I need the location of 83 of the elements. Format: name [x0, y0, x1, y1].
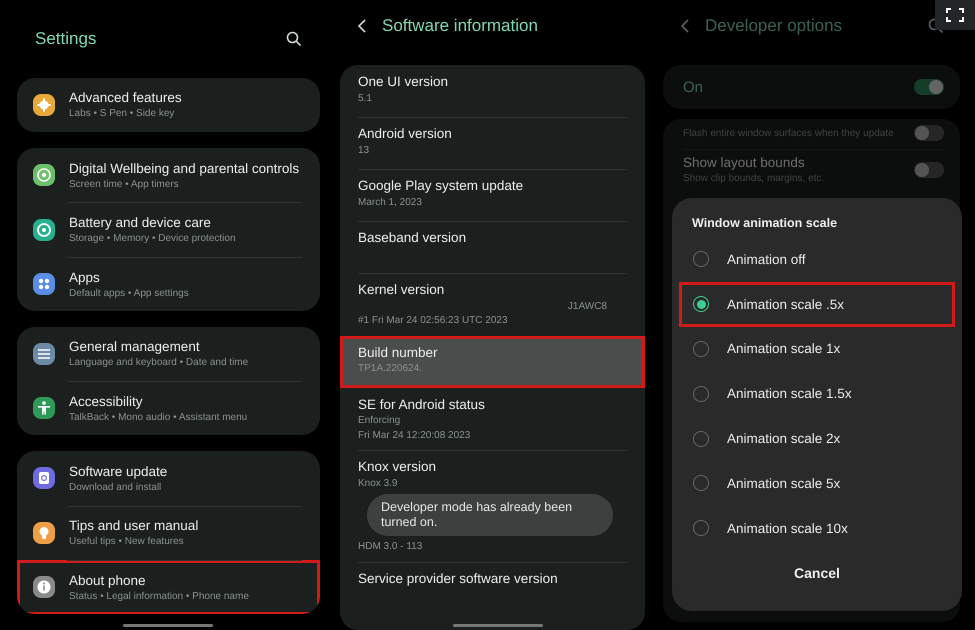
radio-button[interactable] — [693, 251, 709, 268]
item-value: #1 Fri Mar 24 02:56:23 UTC 2023 — [358, 315, 508, 327]
search-icon[interactable] — [286, 30, 302, 47]
item-title: Software update — [69, 464, 168, 479]
item-subtitle: Status • Legal information • Phone name — [69, 590, 249, 602]
item-value: Fri Mar 24 12:20:08 2023 — [358, 430, 470, 442]
item-subtitle: Labs • S Pen • Side key — [69, 108, 176, 120]
radio-option[interactable]: Animation scale .5x — [679, 282, 955, 327]
item-value: March 1, 2023 — [358, 196, 422, 208]
toggle-switch[interactable] — [914, 125, 944, 141]
item-subtitle: Useful tips • New features — [69, 536, 185, 548]
radio-button[interactable] — [693, 386, 709, 402]
item-title: Digital Wellbeing and parental controls — [69, 160, 300, 176]
screen-title: Settings — [35, 28, 98, 49]
screen-title: Developer options — [705, 16, 844, 36]
radio-option[interactable]: Animation scale 5x — [679, 460, 955, 506]
info-item[interactable]: Knox version Knox 3.9 Developer mode has already been turned on. HDM 3.0 - 113 — [340, 450, 645, 562]
item-title: Accessibility — [69, 394, 144, 409]
item-title: Tips and user manual — [69, 518, 198, 534]
radio-button[interactable] — [693, 296, 709, 312]
radio-button[interactable] — [693, 475, 709, 492]
option-title: Show layout bounds — [683, 155, 806, 170]
item-value: HDM 3.0 - 113 — [358, 541, 422, 553]
radio-button[interactable] — [693, 520, 709, 536]
radio-option[interactable]: Animation off — [679, 237, 955, 282]
settings-item[interactable]: Advanced features Labs • S Pen • Side key — [17, 78, 320, 132]
item-subtitle: Screen time • App timers — [69, 178, 180, 190]
settings-item[interactable]: Tips and user manual Useful tips • New features — [17, 506, 320, 560]
item-title: Baseband version — [358, 230, 468, 246]
item-title: Kernel version — [358, 282, 446, 298]
item-value: Knox 3.9 — [358, 478, 398, 490]
item-subtitle: Storage • Memory • Device protection — [69, 233, 236, 244]
item-title: Knox version — [358, 459, 438, 475]
item-value: J1AWC8 — [568, 300, 607, 312]
radio-option[interactable]: Animation scale 1x — [679, 326, 955, 372]
toggle-switch[interactable] — [914, 79, 944, 95]
fullscreen-icon[interactable] — [935, 0, 975, 30]
toast-message: Developer mode has already been turned on. — [367, 494, 613, 536]
info-item[interactable]: Service provider software version — [340, 562, 645, 614]
info-item[interactable]: Build number TP1A.220624. — [340, 336, 645, 388]
screen-title: Software information — [382, 16, 539, 36]
info-item[interactable]: SE for Android status Enforcing Fri Mar 24 12:20:08 2023 — [340, 388, 645, 450]
settings-item[interactable]: Apps Default apps • App settings — [17, 256, 320, 311]
radio-option[interactable]: Animation scale 2x — [679, 416, 955, 461]
settings-item[interactable]: Battery and device care Storage • Memory • Device protection — [17, 202, 320, 257]
item-title: General management — [69, 339, 201, 354]
item-title: Build number — [358, 344, 439, 360]
item-title: Apps — [69, 270, 101, 285]
radio-button[interactable] — [693, 340, 709, 357]
info-item[interactable]: Baseband version — [340, 221, 645, 273]
settings-item[interactable]: Accessibility TalkBack • Mono audio • Assistant menu — [17, 381, 320, 436]
item-value: Enforcing — [358, 415, 400, 427]
item-title: One UI version — [358, 74, 450, 90]
radio-option[interactable]: Animation scale 10x — [679, 506, 955, 551]
item-title: Battery and device care — [69, 215, 212, 230]
item-subtitle: Default apps • App settings — [69, 288, 189, 299]
info-item[interactable]: Google Play system update March 1, 2023 — [340, 169, 645, 221]
item-value: 5.1 — [358, 92, 372, 104]
radio-option[interactable]: Animation scale 1.5x — [679, 371, 955, 416]
settings-item[interactable]: About phone Status • Legal information • Phone name — [17, 560, 320, 614]
item-subtitle: Language and keyboard • Date and time — [69, 357, 248, 368]
radio-button[interactable] — [693, 430, 709, 447]
switch-label: On — [683, 78, 704, 96]
item-title: Advanced features — [69, 90, 182, 106]
settings-item[interactable]: Software update Download and install — [17, 451, 320, 506]
item-title: Service provider software version — [358, 570, 559, 586]
back-icon[interactable] — [356, 18, 368, 34]
item-value: 13 — [358, 144, 370, 156]
item-title: Google Play system update — [358, 178, 524, 194]
item-subtitle: Download and install — [69, 482, 162, 493]
settings-item[interactable]: General management Language and keyboard • Date and time — [17, 326, 320, 382]
item-title: Android version — [358, 126, 453, 142]
toggle-switch[interactable] — [914, 162, 944, 178]
item-title: SE for Android status — [358, 396, 486, 412]
dialog-title: Window animation scale — [691, 216, 838, 230]
info-item[interactable]: Android version 13 — [340, 117, 645, 169]
item-value: TP1A.220624. — [358, 363, 422, 375]
info-item[interactable]: Kernel version J1AWC8 #1 Fri Mar 24 02:56:23 UTC 2023 — [340, 273, 645, 336]
cancel-button[interactable]: Cancel — [778, 558, 856, 587]
settings-item[interactable]: Digital Wellbeing and parental controls Screen time • App timers — [17, 148, 320, 202]
item-subtitle: TalkBack • Mono audio • Assistant menu — [69, 412, 248, 423]
info-item[interactable]: One UI version 5.1 — [340, 65, 645, 117]
item-title: About phone — [69, 572, 147, 588]
